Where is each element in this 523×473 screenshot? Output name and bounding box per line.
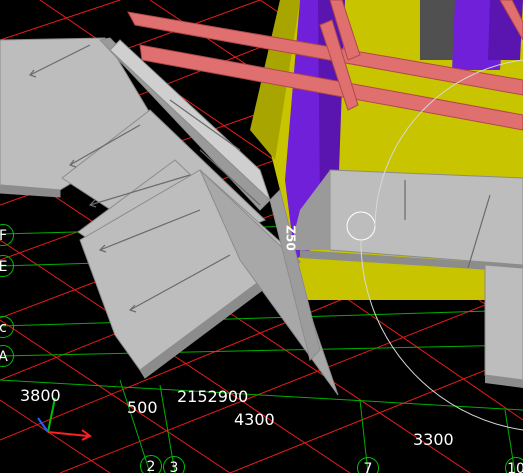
dimension-label: 3800 xyxy=(20,386,61,405)
axis-bubble-3[interactable]: 3 xyxy=(163,456,185,473)
column-tag-label: Z50 xyxy=(283,225,298,251)
dimension-label: 500 xyxy=(127,398,158,417)
3d-model-viewport[interactable]: Z50 F E c A 2 3 7 10 3800 500 2152900 43… xyxy=(0,0,523,473)
model-scene[interactable] xyxy=(0,0,523,473)
axis-bubble-10[interactable]: 10 xyxy=(505,457,523,473)
dimension-label: 2152900 xyxy=(177,387,249,406)
dimension-label: 4300 xyxy=(234,410,275,429)
axis-bubble-2[interactable]: 2 xyxy=(140,455,162,473)
axis-bubble-7[interactable]: 7 xyxy=(357,457,379,473)
dimension-label: 3300 xyxy=(413,430,454,449)
